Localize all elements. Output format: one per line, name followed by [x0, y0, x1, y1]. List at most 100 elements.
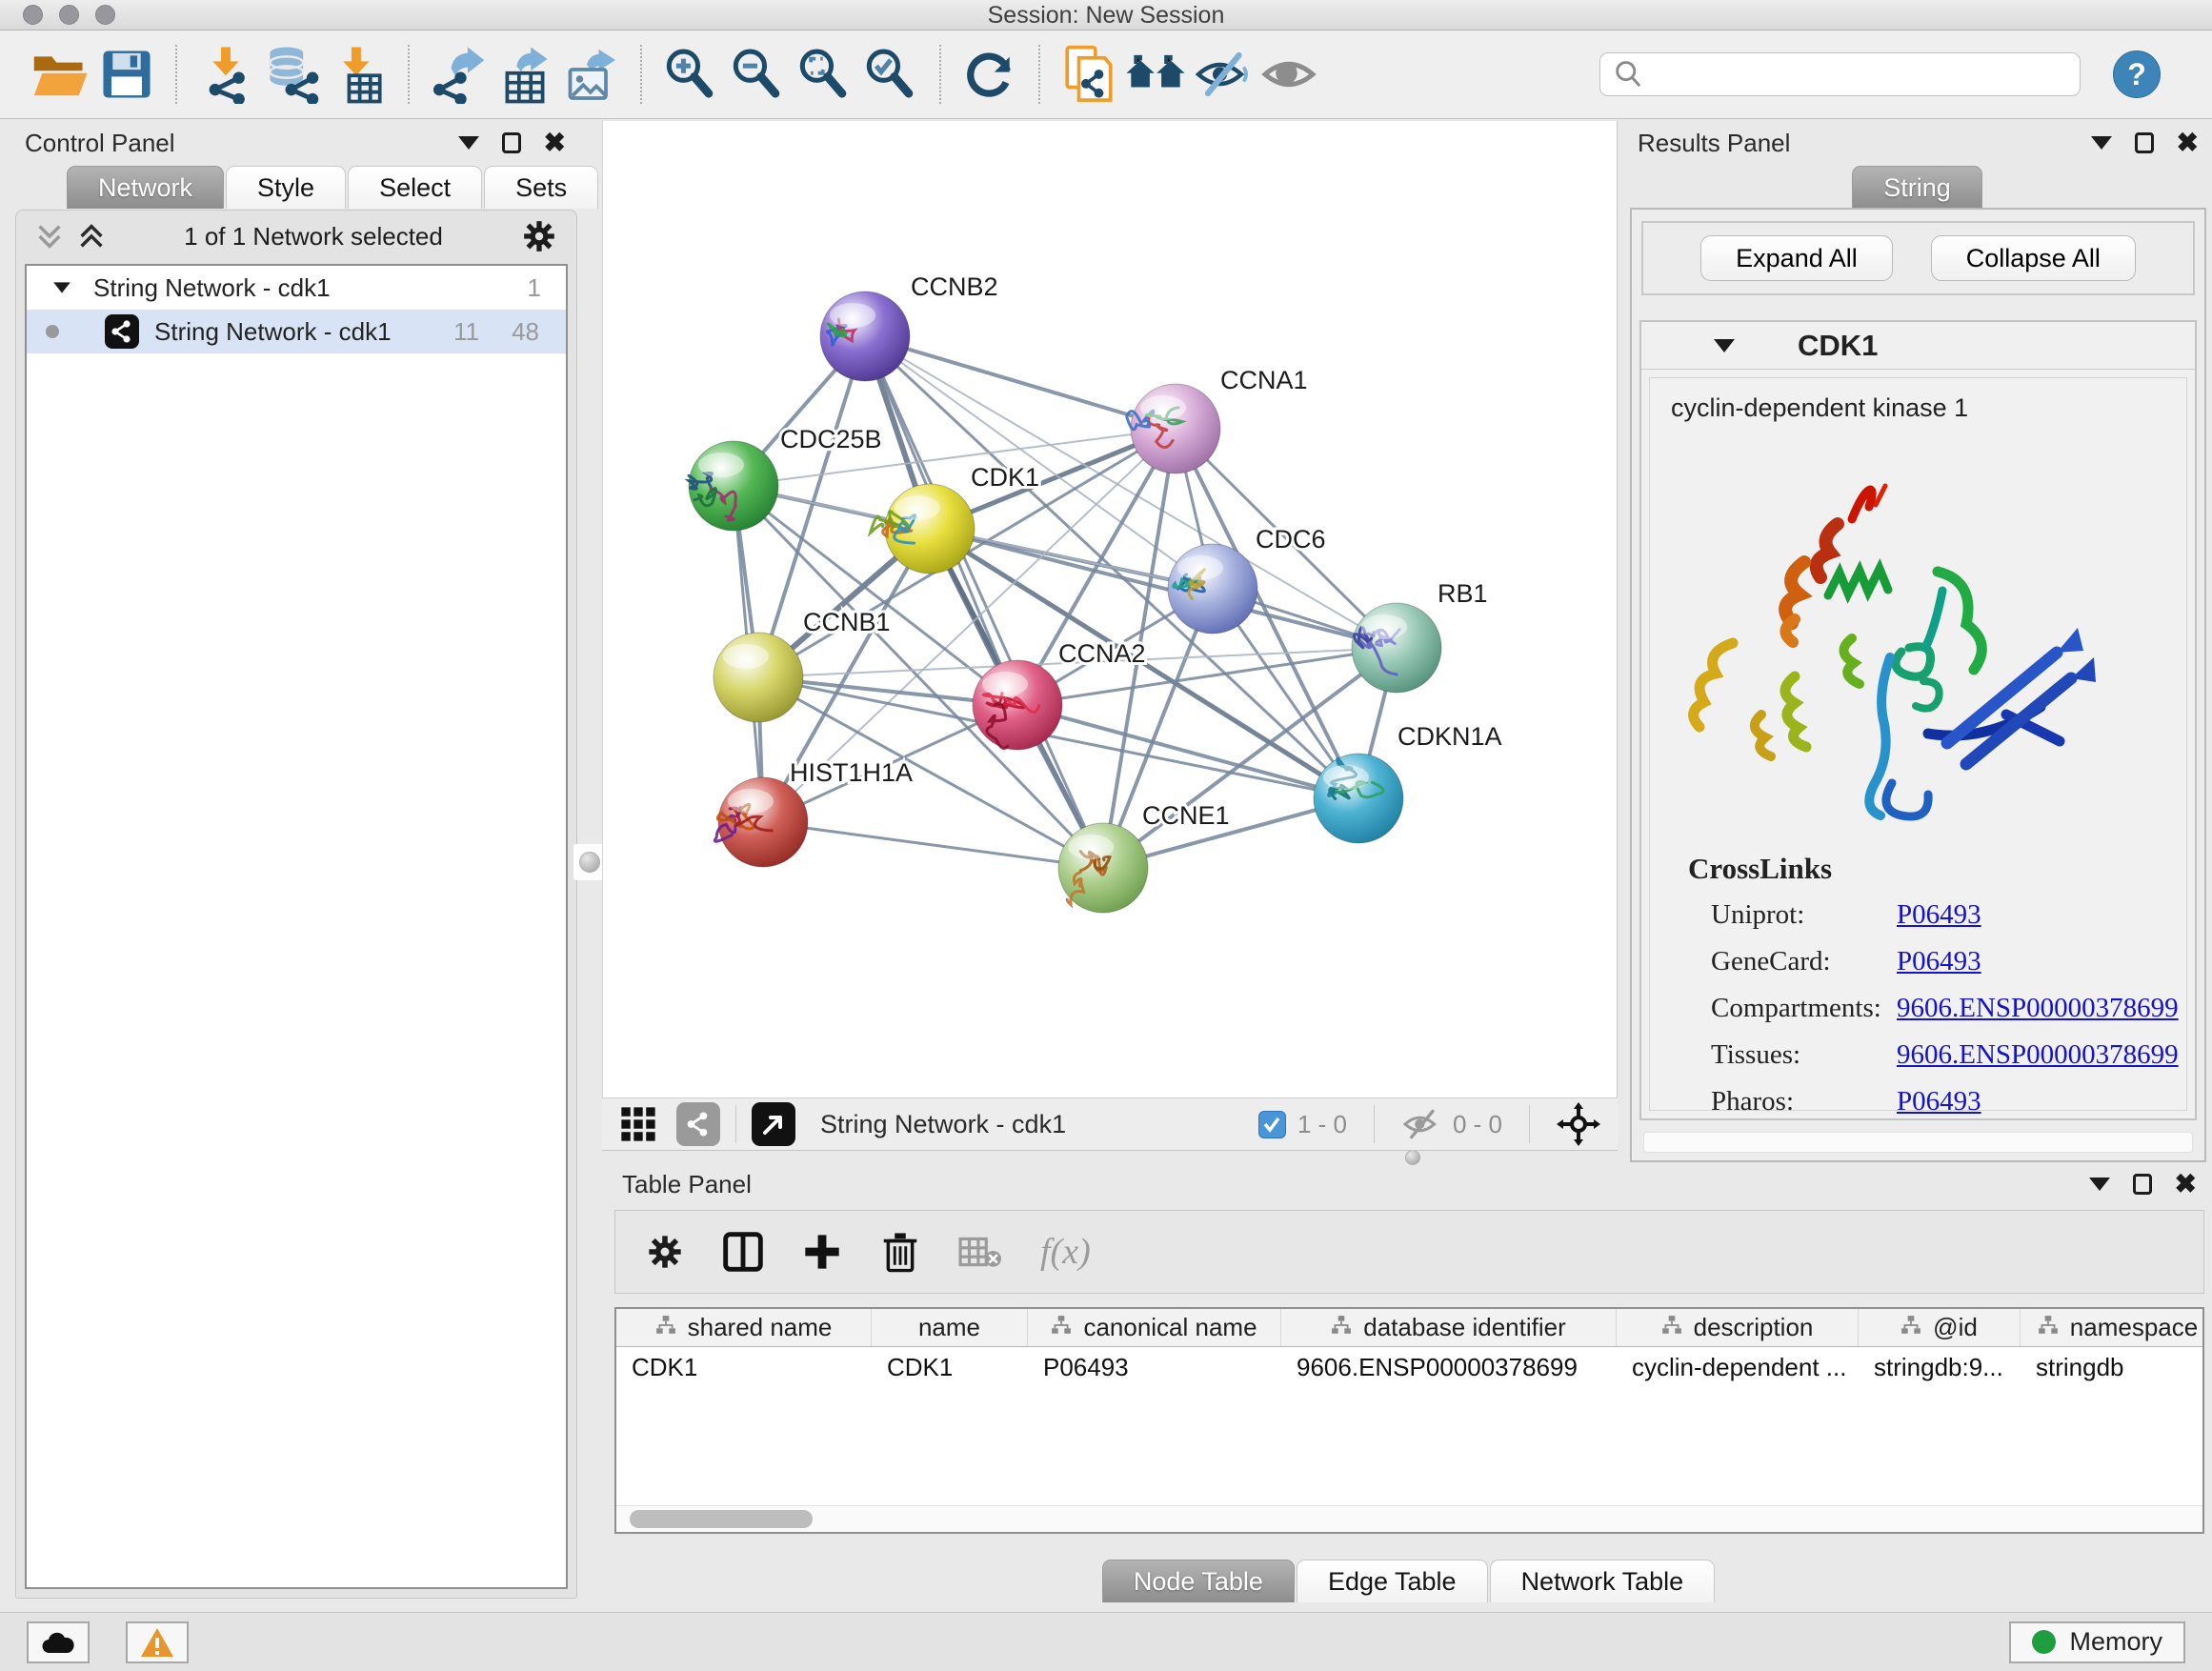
table-cell[interactable]: 9606.ENSP00000378699 [1281, 1347, 1617, 1387]
tab-style[interactable]: Style [226, 166, 346, 209]
column-header-database-identifier[interactable]: database identifier [1281, 1309, 1617, 1346]
column-header-name[interactable]: name [872, 1309, 1028, 1346]
table-cell[interactable]: stringdb:9... [1859, 1347, 2021, 1387]
collapse-all-button[interactable]: Collapse All [1931, 235, 2136, 281]
crosslink-compartments-[interactable]: 9606.ENSP00000378699 [1897, 993, 2179, 1024]
close-panel-icon[interactable]: ✖ [2177, 132, 2199, 153]
expand-all-button[interactable]: Expand All [1700, 235, 1893, 281]
hide-selected-button[interactable] [1189, 41, 1256, 108]
table-horizontal-scrollbar[interactable] [616, 1505, 2202, 1532]
node-hist1h1a[interactable] [714, 777, 808, 867]
cloud-status-button[interactable] [27, 1621, 90, 1663]
collapse-entry-icon[interactable] [1714, 339, 1735, 352]
birds-eye-view-button[interactable] [752, 1102, 795, 1146]
gear-icon[interactable] [521, 218, 557, 254]
export-table-button[interactable] [492, 41, 558, 108]
add-column-icon[interactable] [802, 1232, 842, 1272]
function-builder-icon[interactable]: f(x) [1040, 1231, 1091, 1273]
tab-select[interactable]: Select [348, 166, 482, 209]
collapse-all-icon[interactable] [35, 222, 64, 251]
table-row[interactable]: CDK1CDK1P064939606.ENSP00000378699cyclin… [616, 1347, 2202, 1387]
tab-edge-table[interactable]: Edge Table [1297, 1560, 1488, 1602]
crosslink-genecard-[interactable]: P06493 [1897, 946, 1981, 977]
table-cell[interactable]: P06493 [1028, 1347, 1281, 1387]
column-header-canonical-name[interactable]: canonical name [1028, 1309, 1281, 1346]
tab-node-table[interactable]: Node Table [1102, 1560, 1295, 1602]
node-ccne1[interactable] [1058, 823, 1148, 913]
column-header--id[interactable]: @id [1859, 1309, 2021, 1346]
grid-view-icon[interactable] [619, 1105, 657, 1143]
crosslink-pharos-[interactable]: P06493 [1897, 1086, 1981, 1117]
column-header-shared-name[interactable]: shared name [616, 1309, 872, 1346]
node-ccna2[interactable] [973, 660, 1062, 750]
panel-menu-icon[interactable] [2091, 136, 2112, 150]
network-graph[interactable]: CCNB2CCNA1CDC25BCDK1CDC6RB1CCNB1CCNA2CDK… [603, 121, 1617, 1096]
results-scrollbar[interactable] [1643, 1132, 2193, 1153]
table-cell[interactable]: CDK1 [872, 1347, 1028, 1387]
node-cdc6[interactable] [1168, 544, 1257, 634]
network-view-icon[interactable] [676, 1102, 720, 1146]
node-ccnb2[interactable] [820, 292, 910, 381]
delete-column-icon[interactable] [880, 1230, 920, 1274]
close-panel-icon[interactable]: ✖ [2175, 1174, 2197, 1195]
search-input[interactable] [1644, 55, 2068, 93]
network-collection-row[interactable]: String Network - cdk1 1 [27, 266, 566, 310]
save-session-button[interactable] [93, 41, 160, 108]
tab-string[interactable]: String [1852, 166, 1982, 209]
crosslink-tissues-[interactable]: 9606.ENSP00000378699 [1897, 1039, 2179, 1071]
bottom-splitter-handle[interactable] [1400, 1151, 1425, 1164]
panel-menu-icon[interactable] [458, 136, 479, 150]
column-header-namespace[interactable]: namespace [2021, 1309, 2204, 1346]
table-cell[interactable]: stringdb [2021, 1347, 2204, 1387]
zoom-fit-button[interactable] [791, 41, 857, 108]
import-network-database-button[interactable] [259, 41, 326, 108]
new-network-from-selection-button[interactable] [1056, 41, 1122, 108]
table-cell[interactable]: CDK1 [616, 1347, 872, 1387]
node-cdc25b[interactable] [689, 441, 778, 531]
collapse-tree-icon[interactable] [53, 282, 70, 292]
crosslink-uniprot-[interactable]: P06493 [1897, 899, 1981, 931]
first-neighbors-button[interactable] [1122, 41, 1189, 108]
show-all-button[interactable] [1256, 41, 1322, 108]
node-cdk1[interactable] [871, 484, 975, 574]
zoom-in-button[interactable] [657, 41, 724, 108]
float-panel-icon[interactable] [502, 132, 521, 153]
node-details-header[interactable]: CDK1 [1641, 322, 2195, 370]
node-ccna1[interactable] [1127, 384, 1220, 473]
import-table-button[interactable] [326, 41, 392, 108]
edge-hist1h1a-ccne1[interactable] [763, 822, 1103, 868]
pan-crosshair-icon[interactable] [1557, 1102, 1600, 1146]
table-options-gear-icon[interactable] [646, 1233, 684, 1271]
node-cdkn1a[interactable] [1314, 754, 1403, 843]
column-header-description[interactable]: description [1617, 1309, 1859, 1346]
node-rb1[interactable] [1352, 603, 1441, 693]
zoom-out-button[interactable] [724, 41, 791, 108]
network-canvas[interactable]: CCNB2CCNA1CDC25BCDK1CDC6RB1CCNB1CCNA2CDK… [602, 121, 1618, 1097]
import-network-file-button[interactable] [192, 41, 259, 108]
apply-layout-button[interactable] [956, 41, 1023, 108]
float-panel-icon[interactable] [2133, 1174, 2152, 1195]
left-splitter-handle[interactable] [573, 844, 606, 880]
float-panel-icon[interactable] [2135, 132, 2154, 153]
show-columns-icon[interactable] [722, 1231, 764, 1273]
scrollbar-thumb[interactable] [630, 1510, 813, 1528]
panel-menu-icon[interactable] [2089, 1178, 2110, 1191]
help-button[interactable]: ? [2113, 50, 2161, 98]
delete-table-icon[interactable] [958, 1235, 1002, 1269]
tab-network[interactable]: Network [67, 166, 224, 209]
table-cell[interactable]: cyclin-dependent ... [1617, 1347, 1859, 1387]
expand-all-icon[interactable] [77, 222, 106, 251]
edge-ccnb2-ccne1[interactable] [865, 336, 1103, 868]
edge-cdk1-rb1[interactable] [930, 529, 1397, 648]
export-image-button[interactable] [558, 41, 625, 108]
export-network-button[interactable] [425, 41, 492, 108]
zoom-selected-button[interactable] [857, 41, 924, 108]
tab-network-table[interactable]: Network Table [1490, 1560, 1716, 1602]
tab-sets[interactable]: Sets [484, 166, 598, 209]
memory-button[interactable]: Memory [2009, 1621, 2185, 1663]
node-ccnb1[interactable] [714, 633, 803, 722]
close-panel-icon[interactable]: ✖ [544, 132, 566, 153]
warnings-button[interactable] [126, 1621, 189, 1663]
open-session-button[interactable] [27, 41, 93, 108]
network-row[interactable]: String Network - cdk1 11 48 [27, 310, 566, 353]
